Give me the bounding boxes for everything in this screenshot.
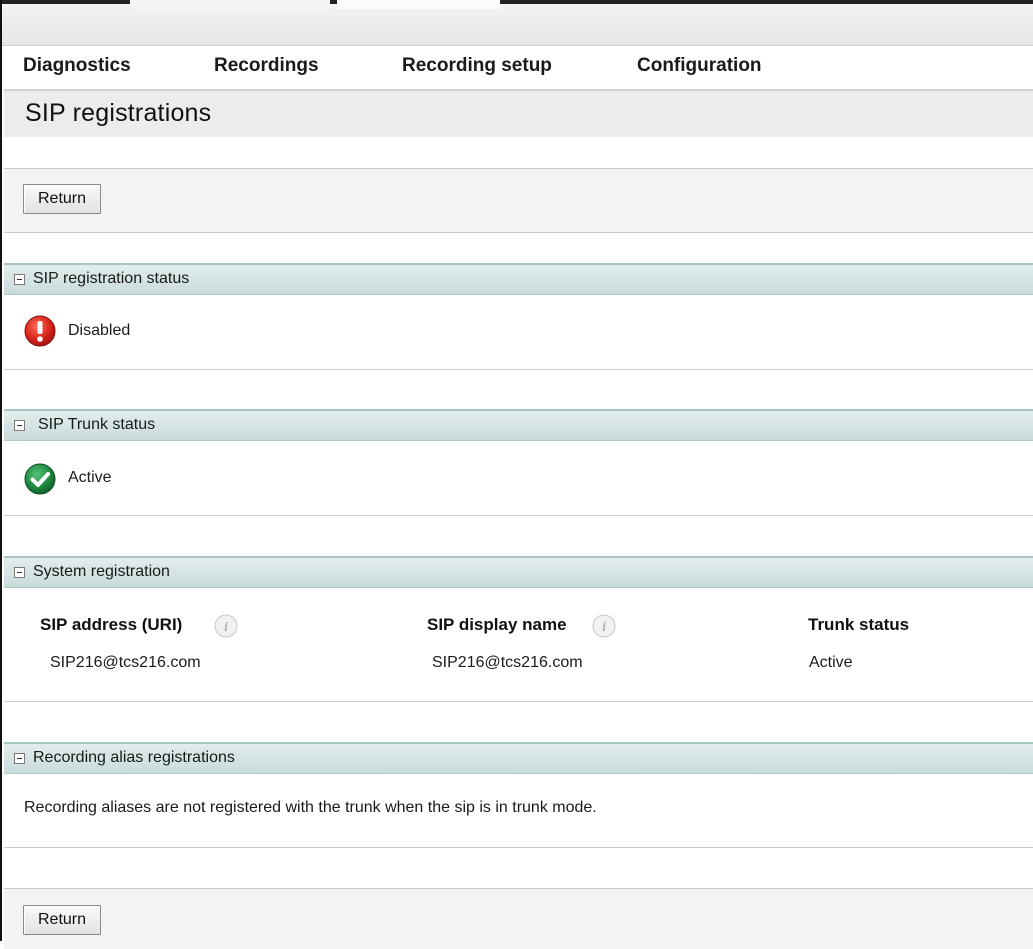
section-title: SIP registration status (33, 270, 190, 287)
top-button-panel (4, 168, 1033, 233)
nav-diagnostics[interactable]: Diagnostics (23, 55, 131, 77)
column-header-sip-display-name: SIP display name (427, 615, 567, 634)
section-title: Recording alias registrations (33, 749, 235, 766)
trunk-status-value: Active (809, 654, 853, 671)
return-button-bottom[interactable]: Return (23, 905, 102, 935)
main-nav: Diagnostics Recordings Recording setup C… (4, 46, 1033, 91)
info-icon[interactable]: i (214, 614, 238, 638)
column-header-sip-address: SIP address (URI) (40, 615, 183, 634)
svg-text:i: i (224, 620, 228, 635)
divider (4, 701, 1033, 702)
nav-recordings[interactable]: Recordings (214, 55, 319, 77)
collapse-toggle-icon[interactable] (14, 753, 25, 764)
error-icon (24, 315, 56, 347)
divider (4, 847, 1033, 848)
section-header-recording-alias-registrations[interactable]: Recording alias registrations (4, 742, 1033, 774)
column-header-trunk-status: Trunk status (808, 615, 910, 634)
svg-text:i: i (602, 620, 606, 635)
top-strip (2, 0, 1033, 46)
title-bar: SIP registrations (4, 91, 1033, 137)
top-tab-active[interactable] (337, 0, 500, 9)
divider (4, 369, 1033, 370)
top-tab-left[interactable] (130, 0, 330, 9)
check-icon (24, 463, 56, 495)
section-header-sip-trunk-status[interactable]: SIP Trunk status (4, 409, 1033, 441)
section-title: System registration (33, 563, 170, 580)
nav-configuration[interactable]: Configuration (637, 55, 762, 77)
divider (4, 515, 1033, 516)
sip-registration-status-value: Disabled (68, 322, 131, 339)
nav-recording-setup[interactable]: Recording setup (402, 55, 552, 77)
collapse-toggle-icon[interactable] (14, 420, 25, 431)
recording-alias-message: Recording aliases are not registered wit… (24, 799, 597, 816)
sip-trunk-status-value: Active (68, 469, 112, 486)
app-frame: Diagnostics Recordings Recording setup C… (0, 0, 1033, 949)
collapse-toggle-icon[interactable] (14, 567, 25, 578)
collapse-toggle-icon[interactable] (14, 274, 25, 285)
return-button-top[interactable]: Return (23, 184, 102, 214)
sip-display-name-value: SIP216@tcs216.com (432, 654, 583, 671)
section-title: SIP Trunk status (38, 416, 156, 433)
info-icon[interactable]: i (592, 614, 616, 638)
section-header-system-registration[interactable]: System registration (4, 556, 1033, 588)
page-title: SIP registrations (25, 99, 212, 127)
bottom-button-panel (4, 888, 1033, 949)
sip-address-value: SIP216@tcs216.com (50, 654, 201, 671)
section-header-sip-registration-status[interactable]: SIP registration status (4, 263, 1033, 295)
